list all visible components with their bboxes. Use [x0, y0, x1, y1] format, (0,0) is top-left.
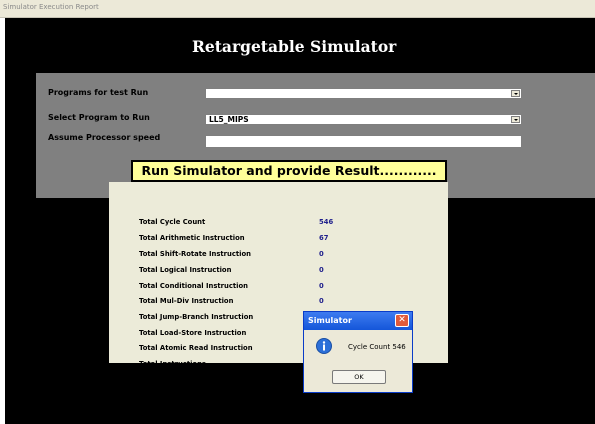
- programs-label: Programs for test Run: [48, 88, 149, 97]
- stat-label-conditional: Total Conditional Instruction: [139, 282, 248, 290]
- chevron-down-icon: [514, 119, 518, 121]
- dialog-titlebar[interactable]: Simulator ✕: [304, 312, 412, 330]
- programs-dropdown[interactable]: [205, 88, 522, 99]
- stat-value-mul-div: 0: [319, 297, 324, 305]
- menu-item-execution-report[interactable]: Execution Report: [39, 3, 99, 11]
- dialog-message: Cycle Count 546: [348, 343, 406, 351]
- stat-label-arithmetic: Total Arithmetic Instruction: [139, 234, 245, 242]
- stat-label-shift-rotate: Total Shift-Rotate Instruction: [139, 250, 251, 258]
- stat-label-total-instructions: Total Instructions: [139, 360, 206, 368]
- app-title: Retargetable Simulator: [192, 37, 397, 56]
- processor-speed-label: Assume Processor speed: [48, 133, 161, 142]
- stat-value-arithmetic: 67: [319, 234, 329, 242]
- app-window: Retargetable Simulator Programs for test…: [5, 18, 595, 424]
- stat-label-atomic-read: Total Atomic Read Instruction: [139, 344, 253, 352]
- stat-value-logical: 0: [319, 266, 324, 274]
- info-icon: [316, 338, 332, 354]
- stat-value-shift-rotate: 0: [319, 250, 324, 258]
- processor-speed-input[interactable]: [205, 135, 522, 148]
- select-program-label: Select Program to Run: [48, 113, 150, 122]
- chevron-down-icon: [514, 93, 518, 95]
- select-program-dropdown-button[interactable]: [511, 116, 520, 123]
- menu-item-simulator[interactable]: Simulator: [3, 3, 37, 11]
- message-dialog: Simulator ✕ Cycle Count 546 OK: [303, 311, 413, 393]
- stat-label-mul-div: Total Mul-Div Instruction: [139, 297, 234, 305]
- stat-value-cycle-count: 546: [319, 218, 334, 226]
- stat-value-conditional: 0: [319, 282, 324, 290]
- stat-label-jump-branch: Total Jump-Branch Instruction: [139, 313, 254, 321]
- stat-label-load-store: Total Load-Store Instruction: [139, 329, 247, 337]
- stat-label-logical: Total Logical Instruction: [139, 266, 232, 274]
- select-program-dropdown[interactable]: LL5_MIPS: [205, 114, 522, 125]
- run-simulator-button[interactable]: Run Simulator and provide Result........…: [131, 160, 447, 182]
- stat-label-cycle-count: Total Cycle Count: [139, 218, 206, 226]
- menu-bar: Simulator Execution Report: [0, 0, 595, 18]
- select-program-value: LL5_MIPS: [209, 115, 249, 124]
- form-panel: Programs for test Run Select Program to …: [36, 73, 595, 198]
- ok-button[interactable]: OK: [332, 370, 386, 384]
- programs-dropdown-button[interactable]: [511, 90, 520, 97]
- dialog-title: Simulator: [308, 316, 352, 325]
- close-icon[interactable]: ✕: [395, 314, 409, 327]
